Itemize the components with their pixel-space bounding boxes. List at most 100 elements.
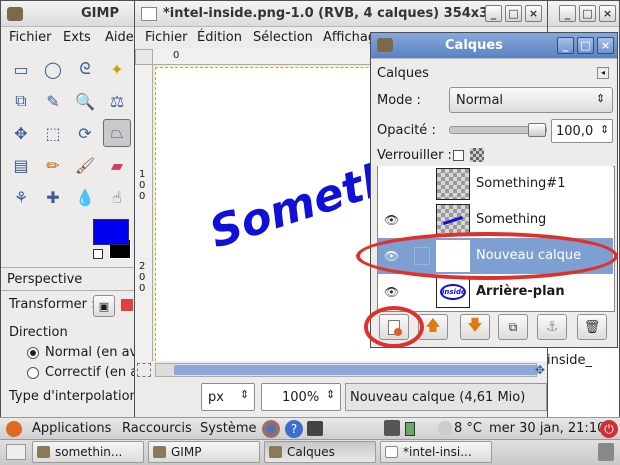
crop-tool-icon[interactable]: ⬚ bbox=[39, 119, 67, 147]
perspective-tool-icon[interactable]: ⏢ bbox=[103, 119, 131, 147]
help-icon[interactable]: ? bbox=[285, 420, 303, 438]
system-menu[interactable]: Système bbox=[200, 421, 256, 436]
toolbox-titlebar[interactable]: GIMP bbox=[1, 1, 135, 27]
layers-window-icon bbox=[377, 38, 393, 52]
measure-tool-icon[interactable]: ⚖ bbox=[103, 87, 131, 115]
taskbar-item[interactable]: GIMP bbox=[148, 441, 260, 463]
transform-selection-icon[interactable] bbox=[121, 299, 133, 311]
weather-text[interactable]: 8 °C bbox=[454, 421, 482, 436]
image-menu-selection[interactable]: Sélection bbox=[253, 30, 313, 45]
ruler-v-label-5: 0 bbox=[139, 272, 146, 283]
taskbar-item[interactable]: somethin... bbox=[32, 441, 144, 463]
ubuntu-logo-icon[interactable] bbox=[6, 421, 22, 437]
layer-name: Something bbox=[476, 212, 547, 227]
lock-alpha-checkbox[interactable] bbox=[453, 150, 464, 161]
magic-wand-tool-icon[interactable]: ✦ bbox=[103, 55, 131, 83]
anchor-layer-button[interactable]: ⚓ bbox=[537, 314, 567, 340]
zoom-select[interactable]: 100% ⇕ bbox=[261, 383, 341, 411]
zoom-tool-icon[interactable]: 🔍 bbox=[71, 87, 99, 115]
foreground-color-swatch[interactable] bbox=[93, 219, 129, 245]
layers-titlebar[interactable]: Calques _ □ × bbox=[371, 33, 617, 59]
default-colors-icon[interactable] bbox=[93, 249, 103, 259]
toolbox-window: GIMP Fichier Exts Aide ▭ ◯ ᘓ ✦ ⧉ ✎ 🔍 ⚖ ✥… bbox=[0, 0, 136, 420]
quick-mask-icon[interactable] bbox=[137, 363, 151, 377]
lasso-tool-icon[interactable]: ᘓ bbox=[71, 55, 99, 83]
eye-icon[interactable]: 👁 bbox=[384, 213, 399, 227]
weather-icon[interactable] bbox=[438, 421, 452, 435]
firefox-icon[interactable] bbox=[262, 420, 280, 438]
layers-minimize-icon[interactable]: _ bbox=[557, 37, 574, 54]
tab-menu-icon[interactable]: ◂ bbox=[597, 67, 609, 79]
rect-select-tool-icon[interactable]: ▭ bbox=[7, 55, 35, 83]
ruler-corner-icon[interactable] bbox=[135, 49, 153, 65]
eraser-tool-icon[interactable]: ▰ bbox=[103, 151, 131, 179]
shutdown-icon[interactable]: ⏻ bbox=[600, 420, 618, 438]
layers-tab-label: Calques bbox=[377, 66, 429, 81]
layers-window-title: Calques bbox=[445, 38, 503, 53]
status-text: Nouveau calque (4,61 Mio) bbox=[350, 390, 526, 405]
highlight-ring-new-layer bbox=[364, 306, 424, 348]
applications-menu[interactable]: Applications bbox=[32, 421, 111, 436]
pencil-tool-icon[interactable]: ✏ bbox=[39, 151, 67, 179]
taskbar-label: somethin... bbox=[55, 445, 123, 459]
minimize-icon[interactable]: _ bbox=[559, 5, 576, 22]
navigate-icon[interactable]: ✥ bbox=[535, 363, 547, 377]
vertical-ruler[interactable]: 1 0 0 2 0 0 bbox=[135, 65, 153, 361]
network-icon[interactable] bbox=[384, 420, 400, 436]
duplicate-layer-button[interactable]: ⧉ bbox=[498, 314, 528, 340]
maximize-icon[interactable]: □ bbox=[579, 5, 596, 22]
layer-thumbnail bbox=[436, 168, 470, 200]
image-window-titlebar[interactable]: *intel-inside.png-1.0 (RVB, 4 calques) 3… bbox=[135, 1, 547, 27]
opacity-slider-handle[interactable] bbox=[528, 123, 546, 137]
blend-tool-icon[interactable]: ▤ bbox=[7, 151, 35, 179]
taskbar-item-active[interactable]: Calques bbox=[264, 441, 376, 463]
tool-grid: ▭ ◯ ᘓ ✦ ⧉ ✎ 🔍 ⚖ ✥ ⬚ ⟳ ⏢ ▤ ✏ 🖌 ▰ ⚘ ✚ 💧 ☝ bbox=[5, 53, 135, 207]
trash-icon[interactable] bbox=[598, 443, 614, 461]
image-menu-fichier[interactable]: Fichier bbox=[145, 30, 188, 45]
layer-row[interactable]: Something#1 bbox=[378, 166, 613, 202]
eye-icon[interactable]: 👁 bbox=[384, 285, 399, 299]
paintbrush-tool-icon[interactable]: 🖌 bbox=[71, 151, 99, 179]
battery-icon[interactable] bbox=[405, 422, 415, 436]
layers-maximize-icon[interactable]: □ bbox=[577, 37, 594, 54]
direction-corrective-radio[interactable] bbox=[27, 367, 39, 379]
move-tool-icon[interactable]: ✥ bbox=[7, 119, 35, 147]
taskbar-item[interactable]: *intel-insi... bbox=[380, 441, 492, 463]
clock[interactable]: mer 30 jan, 21:10 bbox=[489, 421, 605, 436]
opacity-slider[interactable] bbox=[449, 123, 547, 137]
menu-fichier[interactable]: Fichier bbox=[9, 30, 52, 45]
ruler-v-label-4: 2 bbox=[139, 261, 146, 272]
smudge-tool-icon[interactable]: ☝ bbox=[103, 183, 131, 211]
layers-close-icon[interactable]: × bbox=[597, 37, 614, 54]
menu-exts[interactable]: Exts bbox=[63, 30, 91, 45]
terminal-icon[interactable] bbox=[307, 421, 323, 436]
image-close-icon[interactable]: × bbox=[525, 5, 542, 22]
places-menu[interactable]: Raccourcis bbox=[122, 421, 192, 436]
direction-normal-radio[interactable] bbox=[27, 347, 39, 359]
unit-select[interactable]: px ⇕ bbox=[201, 383, 255, 411]
opacity-updown-icon: ⇕ bbox=[600, 123, 610, 136]
image-minimize-icon[interactable]: _ bbox=[485, 5, 502, 22]
mode-select[interactable]: Normal ⇕ bbox=[449, 87, 613, 113]
menu-aide[interactable]: Aide bbox=[105, 30, 134, 45]
transform-layer-button[interactable]: ▣ bbox=[93, 295, 115, 317]
clone-tool-icon[interactable]: ⚘ bbox=[7, 183, 35, 211]
scrollbar-thumb[interactable] bbox=[174, 365, 538, 375]
image-menu-affichage[interactable]: Affichag bbox=[323, 30, 376, 45]
rotate-tool-icon[interactable]: ⟳ bbox=[71, 119, 99, 147]
ellipse-select-tool-icon[interactable]: ◯ bbox=[39, 55, 67, 83]
close-icon[interactable]: × bbox=[599, 5, 616, 22]
color-select-tool-icon[interactable]: ⧉ bbox=[7, 87, 35, 115]
heal-tool-icon[interactable]: ✚ bbox=[39, 183, 67, 211]
background-window-titlebar[interactable]: _ □ × bbox=[541, 1, 619, 27]
app-icon bbox=[37, 446, 50, 458]
image-menu-edition[interactable]: Édition bbox=[197, 30, 242, 45]
lower-layer-button[interactable]: 🡇 bbox=[460, 314, 490, 340]
blur-tool-icon[interactable]: 💧 bbox=[71, 183, 99, 211]
opacity-spin[interactable]: 100,0 ⇕ bbox=[551, 119, 613, 143]
show-desktop-icon[interactable] bbox=[6, 444, 26, 460]
horizontal-scrollbar[interactable] bbox=[155, 363, 538, 377]
delete-layer-button[interactable]: 🗑 bbox=[577, 314, 607, 340]
color-picker-tool-icon[interactable]: ✎ bbox=[39, 87, 67, 115]
image-maximize-icon[interactable]: □ bbox=[505, 5, 522, 22]
